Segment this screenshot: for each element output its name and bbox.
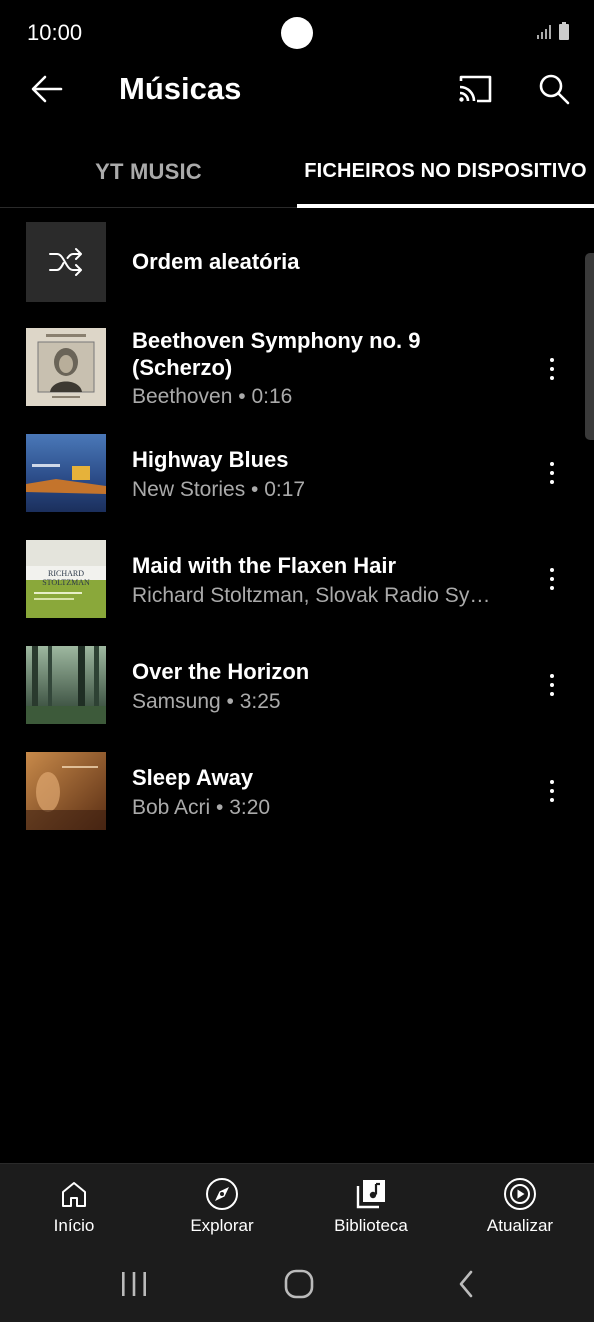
home-button[interactable]: [269, 1265, 329, 1303]
status-time: 10:00: [27, 20, 83, 45]
album-art: RICHARD STOLTZMAN: [26, 540, 106, 618]
svg-text:RICHARD: RICHARD: [48, 569, 84, 578]
nav-label: Explorar: [190, 1216, 254, 1235]
scrollbar[interactable]: [585, 253, 594, 440]
svg-text:STOLTZMAN: STOLTZMAN: [42, 578, 90, 587]
song-title: Maid with the Flaxen Hair: [132, 553, 397, 578]
back-button[interactable]: [24, 66, 70, 112]
list-item[interactable]: Over the Horizon Samsung • 3:25: [0, 646, 594, 726]
nav-label: Início: [53, 1216, 95, 1235]
shuffle-tile: [26, 222, 106, 302]
more-options-button[interactable]: [536, 559, 568, 599]
shuffle-label: Ordem aleatória: [132, 249, 300, 274]
recents-icon: [122, 1272, 146, 1296]
list-item[interactable]: RICHARD STOLTZMAN Maid with the Flaxen H…: [0, 540, 594, 620]
album-art: [26, 646, 106, 724]
more-vert-icon: [550, 462, 554, 466]
home-pill-icon: [284, 1269, 314, 1299]
library-icon: [356, 1180, 385, 1209]
tab-bar: YT MUSIC FICHEIROS NO DISPOSITIVO: [0, 135, 594, 208]
nav-home[interactable]: Início: [0, 1164, 148, 1246]
bottom-nav: Início Explorar Biblioteca Atualizar: [0, 1163, 594, 1245]
compass-icon: [206, 1178, 238, 1210]
nav-library[interactable]: Biblioteca: [297, 1164, 445, 1246]
more-vert-icon: [550, 674, 554, 678]
song-subtitle: Samsung • 3:25: [132, 690, 281, 713]
song-subtitle: Beethoven • 0:16: [132, 385, 293, 408]
more-vert-icon: [550, 568, 554, 572]
system-nav-bar: [0, 1245, 594, 1322]
more-options-button[interactable]: [536, 771, 568, 811]
tab-device-files[interactable]: FICHEIROS NO DISPOSITIVO: [297, 135, 594, 208]
song-subtitle: New Stories • 0:17: [132, 478, 306, 501]
recents-button[interactable]: [104, 1265, 164, 1303]
tab-yt-music[interactable]: YT MUSIC: [0, 135, 297, 208]
list-item[interactable]: Sleep Away Bob Acri • 3:20: [0, 752, 594, 832]
system-back-button[interactable]: [436, 1265, 496, 1303]
song-title: Over the Horizon: [132, 659, 310, 684]
shuffle-row[interactable]: Ordem aleatória: [0, 222, 594, 302]
song-subtitle: Bob Acri • 3:20: [132, 796, 271, 819]
album-art: [26, 752, 106, 830]
nav-label: Atualizar: [486, 1216, 554, 1235]
cast-icon: [459, 75, 492, 103]
song-title: Beethoven Symphony no. 9 (Scherzo): [132, 328, 421, 380]
list-item[interactable]: Highway Blues New Stories • 0:17: [0, 434, 594, 514]
tab-indicator: [297, 204, 594, 208]
search-icon: [539, 74, 570, 105]
home-icon: [62, 1182, 86, 1207]
battery-icon: [559, 22, 569, 40]
search-button[interactable]: [530, 66, 578, 112]
more-options-button[interactable]: [536, 665, 568, 705]
cast-button[interactable]: [451, 66, 499, 112]
more-vert-icon: [550, 780, 554, 784]
status-bar: 10:00: [0, 0, 594, 66]
nav-label: Biblioteca: [334, 1216, 408, 1235]
upgrade-icon: [504, 1178, 536, 1210]
chevron-left-icon: [459, 1270, 473, 1298]
page-title: Músicas: [119, 71, 242, 106]
song-title: Sleep Away: [132, 765, 254, 790]
more-options-button[interactable]: [536, 453, 568, 493]
list-item[interactable]: Beethoven Symphony no. 9 (Scherzo) Beeth…: [0, 327, 594, 411]
album-art: [26, 328, 106, 406]
more-options-button[interactable]: [536, 349, 568, 389]
shuffle-icon: [49, 248, 82, 276]
song-subtitle: Richard Stoltzman, Slovak Radio Sy…: [132, 584, 491, 607]
nav-explore[interactable]: Explorar: [148, 1164, 296, 1246]
signal-icon: [537, 25, 551, 39]
album-art: [26, 434, 106, 512]
song-title: Highway Blues: [132, 447, 289, 472]
status-icons: [536, 22, 570, 40]
camera-cutout: [281, 17, 313, 49]
nav-upgrade[interactable]: Atualizar: [446, 1164, 594, 1246]
arrow-back-icon: [31, 75, 63, 103]
more-vert-icon: [550, 358, 554, 362]
